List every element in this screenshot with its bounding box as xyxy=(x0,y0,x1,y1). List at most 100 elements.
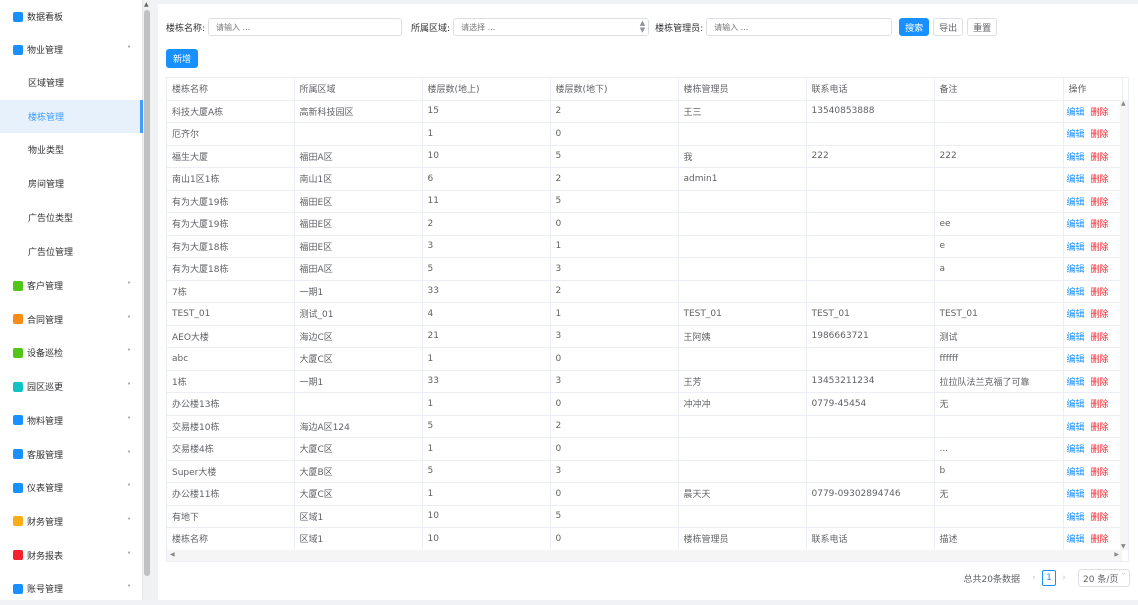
edit-link[interactable]: 编辑 xyxy=(1067,153,1085,163)
page-number-current[interactable]: 1 xyxy=(1042,570,1056,586)
sidebar-item-finance[interactable]: 财务管理 ˅ xyxy=(0,505,143,538)
scroll-up-icon[interactable]: ▲ xyxy=(1121,100,1126,107)
edit-link[interactable]: 编辑 xyxy=(1067,130,1085,140)
sidebar-item-meter[interactable]: 仪表管理 ˅ xyxy=(0,471,143,504)
table-cell: 王三 xyxy=(678,100,807,123)
delete-link[interactable]: 删除 xyxy=(1091,288,1109,298)
next-page-icon[interactable]: › xyxy=(1058,573,1070,583)
edit-link[interactable]: 编辑 xyxy=(1067,490,1085,500)
edit-link[interactable]: 编辑 xyxy=(1067,265,1085,275)
edit-link[interactable]: 编辑 xyxy=(1067,288,1085,298)
table-header-cell: 联系电话 xyxy=(806,78,935,101)
delete-link[interactable]: 删除 xyxy=(1091,108,1109,118)
sidebar-subitem[interactable]: 物业类型 xyxy=(0,133,143,166)
sidebar-subitem[interactable]: 房间管理 xyxy=(0,167,143,200)
scroll-up-icon[interactable]: ▲ xyxy=(144,1,149,8)
edit-link[interactable]: 编辑 xyxy=(1067,535,1085,545)
table-cell: 王芳 xyxy=(678,370,807,393)
delete-link[interactable]: 删除 xyxy=(1091,535,1109,545)
prev-page-icon[interactable]: ‹ xyxy=(1028,573,1040,583)
page-size-select[interactable]: 20 条/页 ˅ xyxy=(1078,569,1130,587)
delete-link[interactable]: 删除 xyxy=(1091,310,1109,320)
sidebar: 数据看板 物业管理 ˄ 区域管理 楼栋管理 物业类型 房间管理 广告位类型 广告位管理 客户管理 ˅… xyxy=(0,0,143,600)
table-cell xyxy=(806,190,935,213)
table-cell xyxy=(806,122,935,146)
select-caret-icon: ▲ ▼ xyxy=(639,19,646,34)
sidebar-subitem[interactable]: 楼栋管理 xyxy=(0,99,143,133)
delete-link[interactable]: 删除 xyxy=(1091,198,1109,208)
table-header-cell: 楼层数(地下) xyxy=(550,78,679,101)
table-horizontal-scrollbar[interactable]: ◀ ▶ xyxy=(167,550,1122,561)
table-cell: 厄齐尔 xyxy=(167,122,295,146)
sidebar-item-property[interactable]: 物业管理 ˄ xyxy=(0,33,143,66)
edit-link[interactable]: 编辑 xyxy=(1067,198,1085,208)
delete-link[interactable]: 删除 xyxy=(1091,468,1109,478)
sidebar-subitem[interactable]: 广告位类型 xyxy=(0,201,143,234)
delete-link[interactable]: 删除 xyxy=(1091,153,1109,163)
edit-link[interactable]: 编辑 xyxy=(1067,108,1085,118)
table-vertical-scrollbar[interactable]: ▲ ▼ xyxy=(1120,100,1128,550)
sidebar-item-patrol[interactable]: 园区巡更 ˅ xyxy=(0,370,143,403)
delete-link[interactable]: 删除 xyxy=(1091,355,1109,365)
delete-link[interactable]: 删除 xyxy=(1091,423,1109,433)
chevron-down-icon: ˅ xyxy=(127,584,131,594)
delete-link[interactable]: 删除 xyxy=(1091,378,1109,388)
sidebar-item-material[interactable]: 物料管理 ˅ xyxy=(0,404,143,437)
sidebar-item-dashboard[interactable]: 数据看板 xyxy=(0,0,143,33)
edit-link[interactable]: 编辑 xyxy=(1067,423,1085,433)
table-cell: 晨天天 xyxy=(678,482,807,506)
add-button[interactable]: 新增 xyxy=(166,49,199,68)
edit-link[interactable]: 编辑 xyxy=(1067,400,1085,410)
area-select[interactable]: ▲▼ xyxy=(453,18,650,36)
search-button[interactable]: 搜索 xyxy=(899,18,930,36)
row-actions: 编辑 删除 xyxy=(1063,235,1123,258)
delete-link[interactable]: 删除 xyxy=(1091,400,1109,410)
delete-link[interactable]: 删除 xyxy=(1091,333,1109,343)
delete-link[interactable]: 删除 xyxy=(1091,490,1109,500)
building-table: 楼栋名称 所属区域 楼层数(地上) 楼层数(地下) 楼栋管理员 联系电话 备注 操作 科技大厦… xyxy=(166,77,1129,562)
row-actions: 编辑 删除 xyxy=(1063,280,1123,303)
manager-input[interactable] xyxy=(706,18,893,36)
edit-link[interactable]: 编辑 xyxy=(1067,175,1085,185)
area-select-input[interactable] xyxy=(453,18,650,36)
edit-link[interactable]: 编辑 xyxy=(1067,468,1085,478)
delete-link[interactable]: 删除 xyxy=(1091,130,1109,140)
sidebar-scrollbar[interactable]: ▲ xyxy=(143,0,151,600)
scroll-right-icon[interactable]: ▶ xyxy=(1114,551,1119,558)
delete-link[interactable]: 删除 xyxy=(1091,220,1109,230)
sidebar-item-report[interactable]: 财务报表 ˅ xyxy=(0,539,143,572)
edit-link[interactable]: 编辑 xyxy=(1067,445,1085,455)
sidebar-subitem[interactable]: 广告位管理 xyxy=(0,235,143,268)
scrollbar-thumb[interactable] xyxy=(144,10,150,576)
edit-link[interactable]: 编辑 xyxy=(1067,243,1085,253)
contract-icon xyxy=(13,314,23,325)
delete-link[interactable]: 删除 xyxy=(1091,445,1109,455)
delete-link[interactable]: 删除 xyxy=(1091,175,1109,185)
reset-button[interactable]: 重置 xyxy=(967,18,998,36)
sidebar-item-customer[interactable]: 客户管理 ˅ xyxy=(0,269,143,302)
scroll-down-icon[interactable]: ▼ xyxy=(1121,543,1126,550)
table-cell: ... xyxy=(934,437,1064,461)
table-cell: 海边C区 xyxy=(294,325,423,348)
scroll-left-icon[interactable]: ◀ xyxy=(170,551,175,558)
pagination-total: 总共20条数据 xyxy=(963,574,1020,585)
sidebar-item-contract[interactable]: 合同管理 ˅ xyxy=(0,303,143,336)
sidebar-item-service[interactable]: 客服管理 ˅ xyxy=(0,438,143,471)
main-panel: 楼栋名称: 所属区域: ▲▼ 楼栋管理员: 搜索 导出 重置 新增 楼栋名称所属… xyxy=(158,4,1138,600)
export-button[interactable]: 导出 xyxy=(933,18,964,36)
service-icon xyxy=(13,449,23,459)
sidebar-subitem[interactable]: 区域管理 xyxy=(0,66,143,99)
edit-link[interactable]: 编辑 xyxy=(1067,333,1085,343)
sidebar-item-device[interactable]: 设备巡检 ˅ xyxy=(0,336,143,369)
edit-link[interactable]: 编辑 xyxy=(1067,220,1085,230)
edit-link[interactable]: 编辑 xyxy=(1067,513,1085,523)
edit-link[interactable]: 编辑 xyxy=(1067,310,1085,320)
edit-link[interactable]: 编辑 xyxy=(1067,378,1085,388)
table-cell xyxy=(678,347,807,371)
delete-link[interactable]: 删除 xyxy=(1091,265,1109,275)
edit-link[interactable]: 编辑 xyxy=(1067,355,1085,365)
sidebar-item-account[interactable]: 账号管理 ˅ xyxy=(0,572,143,605)
building-name-input[interactable] xyxy=(208,18,403,36)
delete-link[interactable]: 删除 xyxy=(1091,243,1109,253)
delete-link[interactable]: 删除 xyxy=(1091,513,1109,523)
